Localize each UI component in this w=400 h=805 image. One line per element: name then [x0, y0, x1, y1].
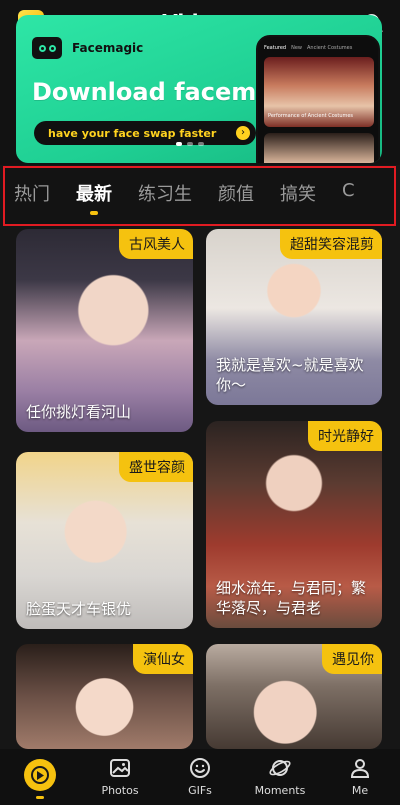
- card-badge: 超甜笑容混剪: [280, 229, 382, 259]
- video-card[interactable]: 盛世容颜 脸蛋天才车银优: [16, 452, 193, 629]
- phone-mockup-tabs: Featured New Ancient Costumes: [264, 45, 353, 51]
- video-card[interactable]: 遇见你: [206, 644, 382, 749]
- category-tabs: 热门 最新 练习生 颜值 搞笑 C: [14, 180, 381, 206]
- video-card[interactable]: 超甜笑容混剪 我就是喜欢~就是喜欢你～: [206, 229, 382, 405]
- promo-banner[interactable]: Facemagic Download facemagic have your f…: [16, 15, 382, 163]
- nav-photos[interactable]: Photos: [80, 749, 160, 805]
- tab-more[interactable]: C: [342, 180, 355, 206]
- carousel-dots: [176, 142, 204, 146]
- card-caption: 我就是喜欢~就是喜欢你～: [216, 356, 364, 394]
- nav-moments[interactable]: Moments: [240, 749, 320, 805]
- banner-cta-button[interactable]: have your face swap faster ›: [34, 121, 256, 145]
- smiley-icon: [190, 758, 210, 778]
- chevron-right-icon: ›: [236, 126, 250, 140]
- tab-hot[interactable]: 热门: [14, 180, 50, 206]
- bottom-nav: Photos GIFs Moments Me: [0, 749, 400, 805]
- card-badge: 遇见你: [322, 644, 382, 674]
- facemagic-logo-icon: [32, 37, 62, 59]
- photos-icon: [110, 759, 130, 777]
- nav-videos[interactable]: [0, 749, 80, 805]
- tab-looks[interactable]: 颜值: [218, 180, 254, 206]
- top-header: 8 Videos Facemagic Download facemagic ha…: [0, 0, 400, 165]
- card-badge: 演仙女: [133, 644, 193, 674]
- video-card[interactable]: 古风美人 任你挑灯看河山: [16, 229, 193, 432]
- nav-label: Moments: [254, 784, 306, 797]
- play-icon: [24, 759, 56, 791]
- nav-label: GIFs: [188, 784, 212, 797]
- banner-cta-label: have your face swap faster: [48, 126, 217, 140]
- card-caption: 脸蛋天才车银优: [26, 600, 132, 618]
- person-icon: [350, 759, 370, 778]
- video-card[interactable]: 时光静好 细水流年，与君同；繁华落尽，与君老: [206, 421, 382, 628]
- phone-mockup-caption: Performance of Ancient Costumes: [268, 113, 354, 119]
- phone-mockup: Featured New Ancient Costumes Performanc…: [256, 35, 380, 163]
- planet-icon: [269, 760, 291, 776]
- card-badge: 盛世容颜: [119, 452, 193, 482]
- card-badge: 时光静好: [308, 421, 382, 451]
- banner-brand: Facemagic: [32, 37, 143, 59]
- active-indicator: [36, 796, 44, 799]
- tab-funny[interactable]: 搞笑: [280, 180, 316, 206]
- tab-trainee[interactable]: 练习生: [138, 180, 192, 206]
- card-caption: 细水流年，与君同；繁华落尽，与君老: [216, 579, 367, 617]
- nav-gifs[interactable]: GIFs: [160, 749, 240, 805]
- nav-label: Me: [351, 784, 369, 797]
- phone-mockup-image: [264, 133, 374, 163]
- card-badge: 古风美人: [119, 229, 193, 259]
- video-card[interactable]: 演仙女: [16, 644, 193, 749]
- banner-brand-name: Facemagic: [72, 41, 144, 55]
- nav-me[interactable]: Me: [320, 749, 400, 805]
- nav-label: Photos: [101, 784, 139, 797]
- card-caption: 任你挑灯看河山: [26, 403, 132, 421]
- tab-latest[interactable]: 最新: [76, 180, 112, 206]
